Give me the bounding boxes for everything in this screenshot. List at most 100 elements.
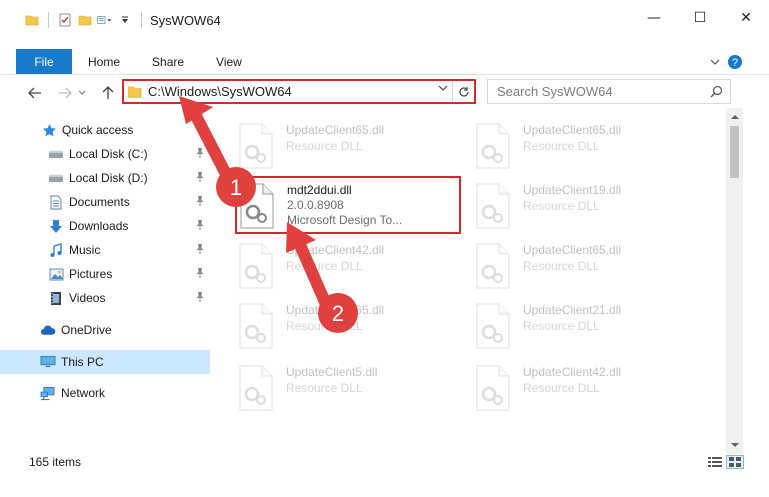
cloud-icon: [40, 322, 56, 338]
maximize-button[interactable]: ☐: [677, 0, 723, 36]
dll-file-icon: [236, 242, 278, 290]
address-bar[interactable]: C:\Windows\SysWOW64: [122, 79, 476, 104]
file-name: UpdateClient5.dll: [286, 365, 378, 379]
file-type: Resource DLL: [286, 319, 363, 333]
sidebar-item-label: Downloads: [69, 219, 129, 233]
details-view-icon[interactable]: [706, 455, 724, 469]
divider: [141, 12, 142, 28]
search-box: [487, 79, 731, 104]
sidebar-item-network[interactable]: Network: [0, 382, 210, 404]
chevron-down-icon[interactable]: [709, 56, 721, 71]
sidebar-item-label: Videos: [69, 291, 106, 305]
address-path[interactable]: C:\Windows\SysWOW64: [148, 84, 292, 99]
file-name: UpdateClient21.dll: [523, 303, 622, 317]
svg-text:?: ?: [732, 57, 738, 69]
file-item[interactable]: UpdateClient42.dll Resource DLL: [236, 238, 461, 294]
dll-file-icon: [473, 182, 515, 230]
sidebar-item-local-disk-d[interactable]: Local Disk (D:): [0, 167, 210, 189]
sidebar-item-label: Network: [61, 386, 106, 400]
file-name: UpdateClient65.dll: [523, 123, 622, 137]
tab-view[interactable]: View: [200, 49, 258, 74]
vertical-scrollbar[interactable]: [726, 108, 743, 454]
customize-toolbar-icon[interactable]: [97, 12, 113, 28]
sidebar-item-quick-access[interactable]: Quick access: [0, 119, 210, 141]
search-icon[interactable]: [710, 85, 723, 101]
sidebar-item-label: Local Disk (C:): [69, 147, 148, 161]
sidebar-item-onedrive[interactable]: OneDrive: [0, 319, 210, 341]
sidebar-item-this-pc[interactable]: This PC: [0, 350, 210, 374]
file-type: Resource DLL: [286, 139, 363, 153]
file-type: Resource DLL: [286, 381, 363, 395]
sidebar-item-videos[interactable]: Videos: [0, 287, 210, 309]
file-name: UpdateClient65.dll: [523, 243, 622, 257]
window-title: SysWOW64: [150, 12, 221, 28]
pin-icon[interactable]: [195, 267, 205, 282]
back-button[interactable]: [25, 82, 45, 104]
download-icon: [48, 218, 64, 234]
pictures-icon: [48, 266, 64, 282]
sidebar-item-downloads[interactable]: Downloads: [0, 215, 210, 237]
file-item[interactable]: UpdateClient21.dll Resource DLL: [473, 298, 698, 354]
scroll-up-arrow[interactable]: [726, 108, 743, 125]
up-button[interactable]: [98, 82, 118, 104]
sidebar-item-label: Local Disk (D:): [69, 171, 148, 185]
recent-locations-button[interactable]: [76, 82, 88, 104]
sidebar-item-label: Pictures: [69, 267, 113, 281]
network-icon: [40, 385, 56, 401]
file-item[interactable]: UpdateClient42.dll Resource DLL: [473, 360, 698, 416]
dll-file-icon: [473, 242, 515, 290]
pin-icon[interactable]: [195, 147, 205, 162]
window-controls: — ☐ ✕: [631, 0, 769, 40]
divider: [48, 12, 49, 28]
pin-icon[interactable]: [195, 171, 205, 186]
pin-icon[interactable]: [195, 291, 205, 306]
music-icon: [48, 242, 64, 258]
pin-icon[interactable]: [195, 219, 205, 234]
file-item[interactable]: UpdateClient65.dll Resource DLL: [473, 238, 698, 294]
star-icon: [41, 122, 57, 138]
tab-home[interactable]: Home: [72, 49, 136, 74]
dll-file-icon: [473, 364, 515, 412]
file-type: Resource DLL: [523, 139, 600, 153]
forward-button[interactable]: [55, 82, 75, 104]
scroll-thumb[interactable]: [730, 126, 739, 178]
videos-icon: [48, 290, 64, 306]
file-item[interactable]: UpdateClient65.dll Resource DLL: [236, 118, 461, 174]
new-folder-icon[interactable]: [77, 12, 93, 28]
sidebar-item-label: OneDrive: [61, 323, 112, 337]
tab-file[interactable]: File: [16, 49, 72, 74]
sidebar-item-music[interactable]: Music: [0, 239, 210, 261]
ribbon-tabs: File Home Share View ?: [0, 49, 769, 75]
file-type: Resource DLL: [286, 259, 363, 273]
dll-file-icon: [237, 182, 279, 230]
chevron-down-icon[interactable]: [117, 12, 133, 28]
tiles-view-icon[interactable]: [726, 455, 744, 469]
minimize-button[interactable]: —: [631, 0, 677, 36]
sidebar-item-local-disk-c[interactable]: Local Disk (C:): [0, 143, 210, 165]
file-item[interactable]: UpdateClient65.dll Resource DLL: [473, 118, 698, 174]
file-name: mdt2ddui.dll: [287, 183, 352, 197]
dll-file-icon: [236, 122, 278, 170]
sidebar-item-documents[interactable]: Documents: [0, 191, 210, 213]
file-version: 2.0.0.8908: [287, 198, 344, 212]
close-button[interactable]: ✕: [723, 0, 769, 36]
status-bar: 165 items: [0, 452, 769, 472]
file-list: UpdateClient65.dll Resource DLL mdt2ddui…: [222, 108, 725, 448]
file-type: Resource DLL: [523, 381, 600, 395]
properties-icon[interactable]: [57, 12, 73, 28]
file-item[interactable]: UpdateClient19.dll Resource DLL: [473, 178, 698, 234]
refresh-button[interactable]: [452, 81, 474, 102]
sidebar-item-label: Music: [69, 243, 101, 257]
file-type: Resource DLL: [523, 199, 600, 213]
pin-icon[interactable]: [195, 195, 205, 210]
sidebar-item-pictures[interactable]: Pictures: [0, 263, 210, 285]
search-input[interactable]: [497, 84, 697, 99]
file-item[interactable]: UpdateClient65.dll Resource DLL: [236, 298, 461, 354]
file-item-selected[interactable]: mdt2ddui.dll 2.0.0.8908 Microsoft Design…: [235, 176, 461, 234]
help-icon[interactable]: ?: [727, 54, 743, 73]
tab-share[interactable]: Share: [136, 49, 200, 74]
address-row: C:\Windows\SysWOW64: [0, 79, 769, 107]
file-item[interactable]: UpdateClient5.dll Resource DLL: [236, 360, 461, 416]
pin-icon[interactable]: [195, 243, 205, 258]
address-dropdown-button[interactable]: [438, 84, 448, 95]
